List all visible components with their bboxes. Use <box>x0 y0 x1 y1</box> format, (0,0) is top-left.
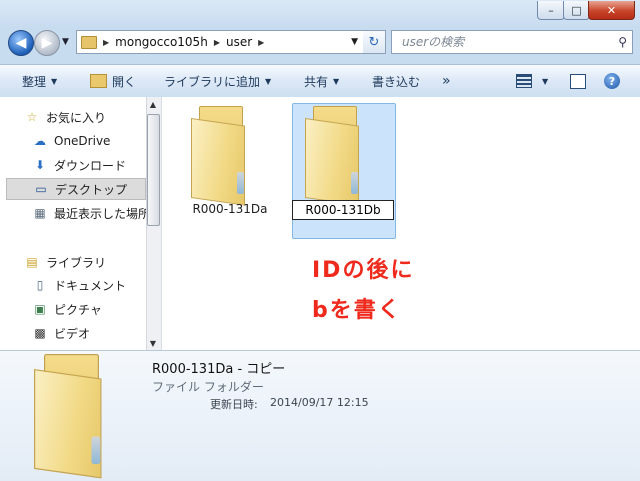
search-box[interactable]: ⚲ <box>391 30 633 54</box>
command-bar: 整理 ▼ 開く ライブラリに追加 ▼ 共有 ▼ 書き込む » ▼ ? <box>0 64 640 98</box>
minimize-button[interactable]: – <box>537 1 565 20</box>
organize-button[interactable]: 整理 ▼ <box>22 65 57 97</box>
recent-pages-dropdown[interactable]: ▼ <box>62 37 69 47</box>
sidebar-item-label: ピクチャ <box>54 302 102 317</box>
chevron-down-icon: ▼ <box>51 76 58 86</box>
open-button[interactable]: 開く <box>90 65 136 97</box>
details-modified-label: 更新日時: <box>210 398 258 411</box>
add-to-library-label: ライブラリに追加 <box>164 74 261 89</box>
back-button[interactable]: ◀ <box>8 30 34 56</box>
sidebar-item-label: デスクトップ <box>55 182 128 197</box>
cloud-icon: ☁ <box>34 134 46 148</box>
address-bar[interactable]: ▶ mongocco105h ▶ user ▶ ▼ <box>76 30 365 54</box>
burn-label: 書き込む <box>372 74 421 89</box>
view-icon <box>516 74 532 88</box>
video-icon: ▩ <box>34 326 46 340</box>
breadcrumb-arrow-icon[interactable]: ▶ <box>258 38 264 47</box>
forward-button[interactable]: ▶ <box>34 30 60 56</box>
search-icon[interactable]: ⚲ <box>618 35 627 49</box>
sidebar-item-label: ダウンロード <box>54 158 127 173</box>
open-label: 開く <box>112 74 137 89</box>
close-button[interactable]: ✕ <box>588 1 635 20</box>
sidebar-item-desktop[interactable]: ▭ デスクトップ <box>6 178 146 200</box>
help-button[interactable]: ? <box>604 65 620 97</box>
document-icon: ▯ <box>36 278 44 292</box>
details-name: R000-131Da - コピー <box>152 362 286 377</box>
folder-icon <box>30 352 134 479</box>
scroll-down-button[interactable]: ▼ <box>146 336 160 350</box>
sidebar-item-label: ライブラリ <box>46 255 107 270</box>
change-view-button[interactable]: ▼ <box>516 65 548 97</box>
sidebar-item-label: ビデオ <box>54 326 91 341</box>
refresh-button[interactable]: ↻ <box>363 30 386 54</box>
breadcrumb-user[interactable]: user <box>226 35 252 49</box>
open-folder-icon <box>90 74 107 88</box>
address-dropdown-icon[interactable]: ▼ <box>351 37 358 47</box>
library-icon: ▤ <box>26 255 38 269</box>
preview-pane-icon <box>570 73 586 89</box>
add-to-library-button[interactable]: ライブラリに追加 ▼ <box>164 65 271 97</box>
chevron-down-icon: ▼ <box>542 76 549 86</box>
sidebar-item-label: ドキュメント <box>54 278 127 293</box>
sidebar-item-label: お気に入り <box>46 110 107 125</box>
preview-pane-button[interactable] <box>570 65 586 97</box>
organize-label: 整理 <box>22 74 47 89</box>
share-label: 共有 <box>304 74 329 89</box>
more-commands-button[interactable]: » <box>442 65 451 97</box>
desktop-icon: ▭ <box>35 182 47 196</box>
sidebar-item-label: 最近表示した場所 <box>54 206 151 221</box>
sidebar-item-label: OneDrive <box>54 134 111 148</box>
folder-name: R000-131Da <box>192 202 268 216</box>
scroll-thumb[interactable] <box>147 114 160 226</box>
star-icon: ☆ <box>26 110 38 124</box>
folder-icon <box>81 35 97 49</box>
breadcrumb-arrow-icon[interactable]: ▶ <box>214 38 220 47</box>
rename-input[interactable] <box>292 200 394 220</box>
chevron-down-icon: ▼ <box>333 76 340 86</box>
recent-places-icon: ▦ <box>34 206 46 220</box>
maximize-button[interactable]: □ <box>563 1 590 20</box>
details-type: ファイル フォルダー <box>152 380 264 394</box>
navigation-bar: ◀ ▶ ▼ ▶ mongocco105h ▶ user ▶ ▼ ↻ ⚲ <box>0 26 640 60</box>
details-modified-value: 2014/09/17 12:15 <box>270 396 369 409</box>
annotation-text: bを書く <box>312 298 402 323</box>
download-icon: ⬇ <box>34 158 46 172</box>
scroll-up-button[interactable]: ▲ <box>146 97 160 111</box>
search-input[interactable] <box>400 34 604 50</box>
picture-icon: ▣ <box>34 302 46 316</box>
help-icon: ? <box>604 73 620 89</box>
annotation-text: IDの後に <box>312 258 415 283</box>
chevron-down-icon: ▼ <box>265 76 272 86</box>
breadcrumb-arrow-icon[interactable]: ▶ <box>103 38 109 47</box>
share-button[interactable]: 共有 ▼ <box>304 65 339 97</box>
breadcrumb-mongocco105h[interactable]: mongocco105h <box>115 35 208 49</box>
burn-button[interactable]: 書き込む <box>372 65 420 97</box>
